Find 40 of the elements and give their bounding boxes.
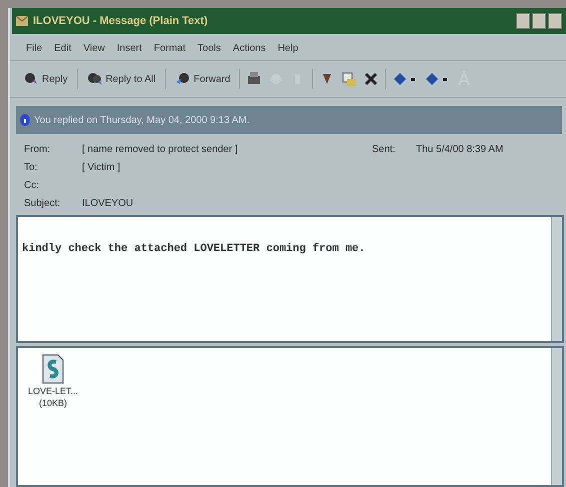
header-value: [ name removed to protect sender ] xyxy=(82,144,239,155)
maximize-button[interactable] xyxy=(532,13,546,29)
scrollbar[interactable] xyxy=(551,217,562,341)
menu-item[interactable]: View xyxy=(83,43,105,54)
info-icon xyxy=(20,114,30,126)
menu-item[interactable]: Actions xyxy=(232,43,266,54)
menu-item[interactable]: Format xyxy=(154,43,186,54)
window-title: ILOVEYOU - Message (Plain Text) xyxy=(33,15,209,27)
header-label: Subject: xyxy=(24,198,62,209)
menu-item[interactable]: Insert xyxy=(116,43,142,54)
close-button[interactable] xyxy=(548,13,562,29)
message-text: kindly check the attached LOVELETTER coming from me. xyxy=(21,242,366,257)
reply-notice: You replied on Thursday, May 04, 2000 9:13 AM. xyxy=(34,114,250,126)
forward-icon xyxy=(174,71,191,87)
script-file-icon[interactable] xyxy=(42,354,64,384)
minimize-button[interactable] xyxy=(516,13,530,29)
menu-item[interactable]: Tools xyxy=(198,43,221,54)
header-value: [ Victim ] xyxy=(82,162,122,173)
header-value: Thu 5/4/00 8:39 AM xyxy=(416,144,504,155)
scrollbar[interactable] xyxy=(551,348,562,485)
folder-icon[interactable] xyxy=(341,71,358,87)
envelope-icon xyxy=(16,16,28,26)
forward-button[interactable]: Forward xyxy=(172,69,234,89)
attachment-size: (10KB) xyxy=(39,398,68,408)
reply-icon xyxy=(23,71,39,87)
header-label: From: xyxy=(24,144,52,155)
header-value: ILOVEYOU xyxy=(82,198,134,209)
header-label: Sent: xyxy=(372,144,396,155)
reply-button[interactable]: Reply xyxy=(20,69,71,89)
menu-item[interactable]: Edit xyxy=(54,43,72,54)
reply-all-icon xyxy=(86,71,103,87)
delete-icon[interactable] xyxy=(363,71,380,87)
menu-item[interactable]: File xyxy=(26,43,42,54)
attachment-name[interactable]: LOVE-LET... xyxy=(28,386,78,396)
header-label: Cc: xyxy=(24,180,40,191)
menu-item[interactable]: Help xyxy=(278,43,298,54)
print-icon[interactable] xyxy=(246,71,262,87)
header-label: To: xyxy=(24,162,38,173)
reply-all-button[interactable]: Reply to All xyxy=(84,69,159,89)
message-body[interactable]: kindly check the attached LOVELETTER coming from me. xyxy=(16,215,564,343)
